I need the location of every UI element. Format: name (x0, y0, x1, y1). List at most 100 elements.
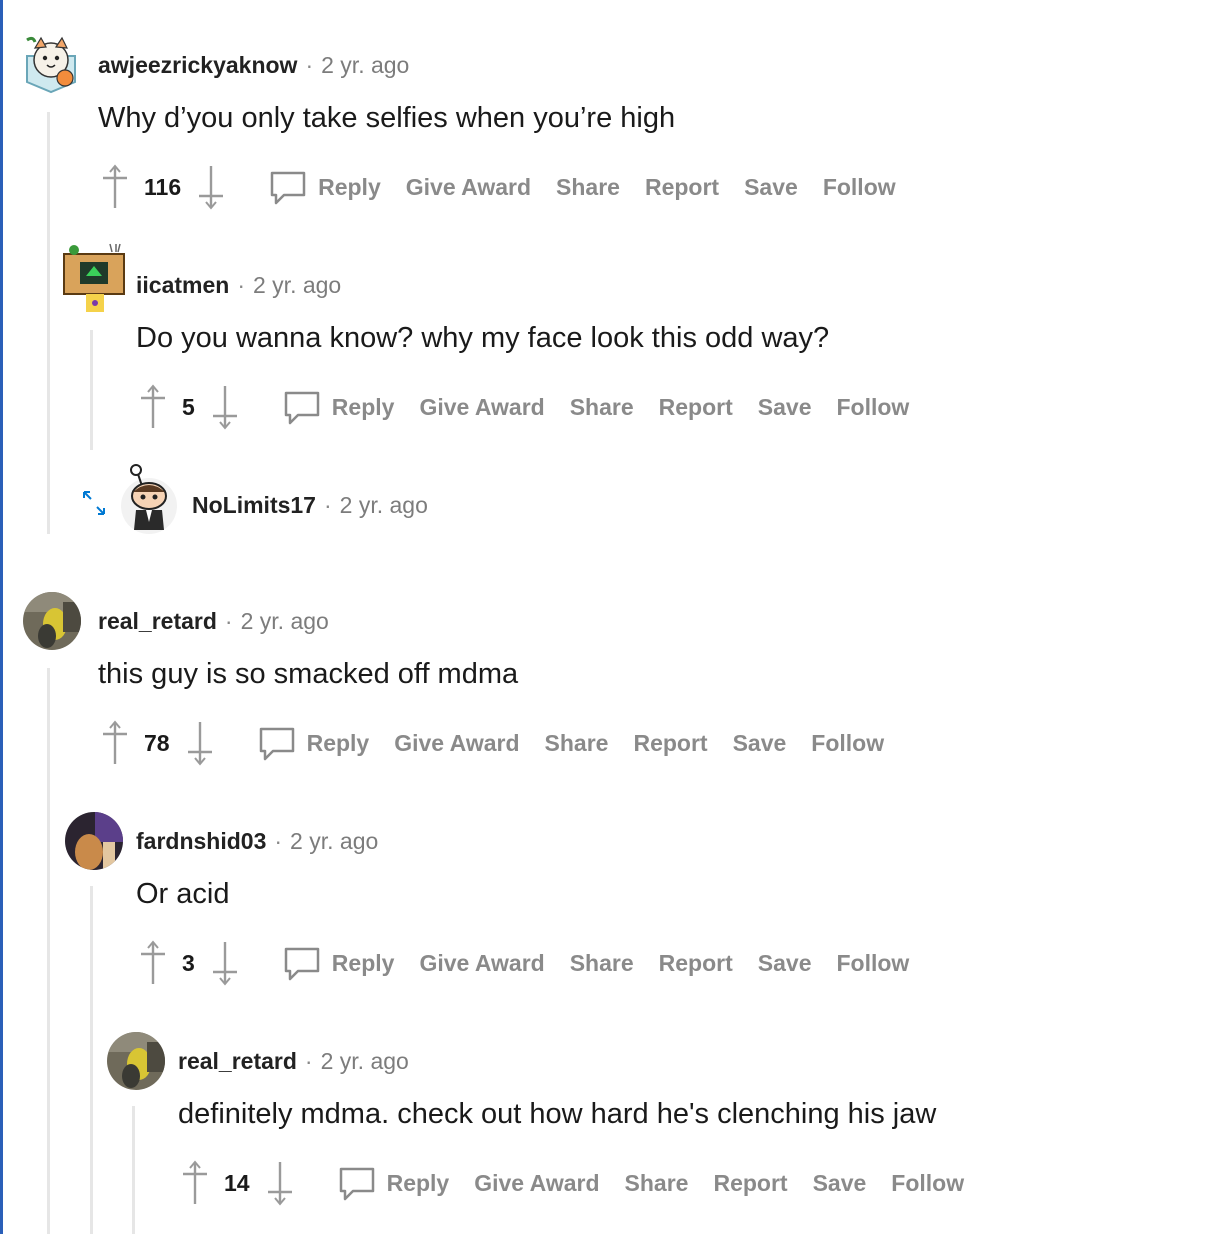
reply-label: Reply (386, 1169, 450, 1196)
vote-score: 116 (144, 173, 182, 200)
comment-actions: 14 Reply Give Award Share Report Save Fo… (180, 1160, 989, 1206)
timestamp[interactable]: 2 yr. ago (321, 1048, 409, 1074)
avatar[interactable] (23, 592, 81, 650)
reply-button[interactable]: Reply (282, 387, 395, 427)
downvote-icon[interactable] (185, 720, 215, 766)
upvote-icon[interactable] (138, 940, 168, 986)
thread-line[interactable] (47, 668, 50, 1234)
separator: · (323, 492, 332, 518)
vote-score: 14 (224, 1169, 250, 1196)
vote-score: 78 (144, 729, 170, 756)
report-button[interactable]: Report (645, 174, 719, 201)
follow-button[interactable]: Follow (891, 1170, 964, 1197)
downvote-icon[interactable] (196, 164, 226, 210)
action-links: Reply Give Award Share Report Save Follo… (268, 167, 921, 207)
username[interactable]: fardnshid03 (136, 828, 266, 854)
give-award-button[interactable]: Give Award (394, 730, 519, 757)
downvote-icon[interactable] (210, 384, 240, 430)
comment-bubble-icon (337, 1163, 377, 1203)
timestamp[interactable]: 2 yr. ago (290, 828, 378, 854)
comment-actions: 116 Reply Give Award Share Report Save F… (100, 164, 921, 210)
avatar[interactable] (21, 34, 79, 94)
give-award-button[interactable]: Give Award (419, 394, 544, 421)
share-button[interactable]: Share (545, 730, 609, 757)
avatar[interactable] (118, 460, 180, 534)
timestamp[interactable]: 2 yr. ago (340, 492, 428, 518)
reply-label: Reply (318, 173, 381, 200)
share-button[interactable]: Share (570, 950, 634, 977)
share-button[interactable]: Share (570, 394, 634, 421)
comment-meta: NoLimits17 · 2 yr. ago (192, 492, 428, 519)
comment-body: Do you wanna know? why my face look this… (136, 322, 830, 354)
give-award-button[interactable]: Give Award (419, 950, 544, 977)
avatar[interactable] (65, 812, 123, 870)
timestamp[interactable]: 2 yr. ago (321, 52, 409, 78)
avatar[interactable] (107, 1032, 165, 1090)
comment-bubble-icon (257, 723, 297, 763)
save-button[interactable]: Save (813, 1170, 867, 1197)
reply-button[interactable]: Reply (268, 167, 381, 207)
share-button[interactable]: Share (556, 174, 620, 201)
reply-label: Reply (331, 393, 395, 420)
save-button[interactable]: Save (758, 394, 812, 421)
comment-body: this guy is so smacked off mdma (98, 658, 519, 690)
expand-icon[interactable] (80, 488, 108, 523)
separator: · (305, 52, 314, 78)
upvote-icon[interactable] (180, 1160, 210, 1206)
give-award-button[interactable]: Give Award (474, 1170, 599, 1197)
thread-line[interactable] (132, 1106, 135, 1234)
comment-actions: 3 Reply Give Award Share Report Save Fol… (138, 940, 934, 986)
follow-button[interactable]: Follow (837, 950, 910, 977)
report-button[interactable]: Report (659, 950, 733, 977)
comment-meta: real_retard · 2 yr. ago (178, 1048, 409, 1075)
thread-line[interactable] (90, 886, 93, 1234)
comment-bubble-icon (282, 943, 322, 983)
reply-button[interactable]: Reply (282, 943, 395, 983)
window-left-edge (0, 0, 3, 1234)
comment-body: Why d’you only take selfies when you’re … (98, 102, 676, 134)
reply-label: Reply (331, 949, 395, 976)
reply-button[interactable]: Reply (337, 1163, 450, 1203)
comment-meta: fardnshid03 · 2 yr. ago (136, 828, 378, 855)
comment-meta: awjeezrickyaknow · 2 yr. ago (98, 52, 409, 79)
thread-line[interactable] (47, 112, 50, 534)
timestamp[interactable]: 2 yr. ago (253, 272, 341, 298)
save-button[interactable]: Save (733, 730, 787, 757)
report-button[interactable]: Report (713, 1170, 787, 1197)
upvote-icon[interactable] (100, 164, 130, 210)
follow-button[interactable]: Follow (811, 730, 884, 757)
avatar[interactable] (60, 240, 125, 312)
comment-bubble-icon (282, 387, 322, 427)
give-award-button[interactable]: Give Award (406, 174, 531, 201)
action-links: Reply Give Award Share Report Save Follo… (282, 387, 935, 427)
username[interactable]: real_retard (178, 1048, 297, 1074)
reply-button[interactable]: Reply (257, 723, 369, 763)
username[interactable]: NoLimits17 (192, 492, 316, 518)
timestamp[interactable]: 2 yr. ago (241, 608, 329, 634)
username[interactable]: real_retard (98, 608, 217, 634)
action-links: Reply Give Award Share Report Save Follo… (337, 1163, 990, 1203)
comment-meta: real_retard · 2 yr. ago (98, 608, 329, 635)
comment-body: definitely mdma. check out how hard he's… (178, 1098, 937, 1130)
username[interactable]: iicatmen (136, 272, 229, 298)
comment-actions: 78 Reply Give Award Share Report Save Fo… (100, 720, 909, 766)
username[interactable]: awjeezrickyaknow (98, 52, 297, 78)
separator: · (237, 272, 245, 298)
downvote-icon[interactable] (265, 1160, 295, 1206)
downvote-icon[interactable] (210, 940, 240, 986)
upvote-icon[interactable] (138, 384, 168, 430)
save-button[interactable]: Save (744, 174, 798, 201)
share-button[interactable]: Share (625, 1170, 689, 1197)
save-button[interactable]: Save (758, 950, 812, 977)
upvote-icon[interactable] (100, 720, 130, 766)
comment-bubble-icon (268, 167, 308, 207)
report-button[interactable]: Report (659, 394, 733, 421)
report-button[interactable]: Report (633, 730, 707, 757)
vote-score: 3 (182, 949, 195, 976)
action-links: Reply Give Award Share Report Save Follo… (282, 943, 935, 983)
vote-score: 5 (182, 393, 195, 420)
follow-button[interactable]: Follow (837, 394, 910, 421)
thread-line[interactable] (90, 330, 93, 450)
follow-button[interactable]: Follow (823, 174, 896, 201)
comment-body: Or acid (136, 878, 230, 910)
